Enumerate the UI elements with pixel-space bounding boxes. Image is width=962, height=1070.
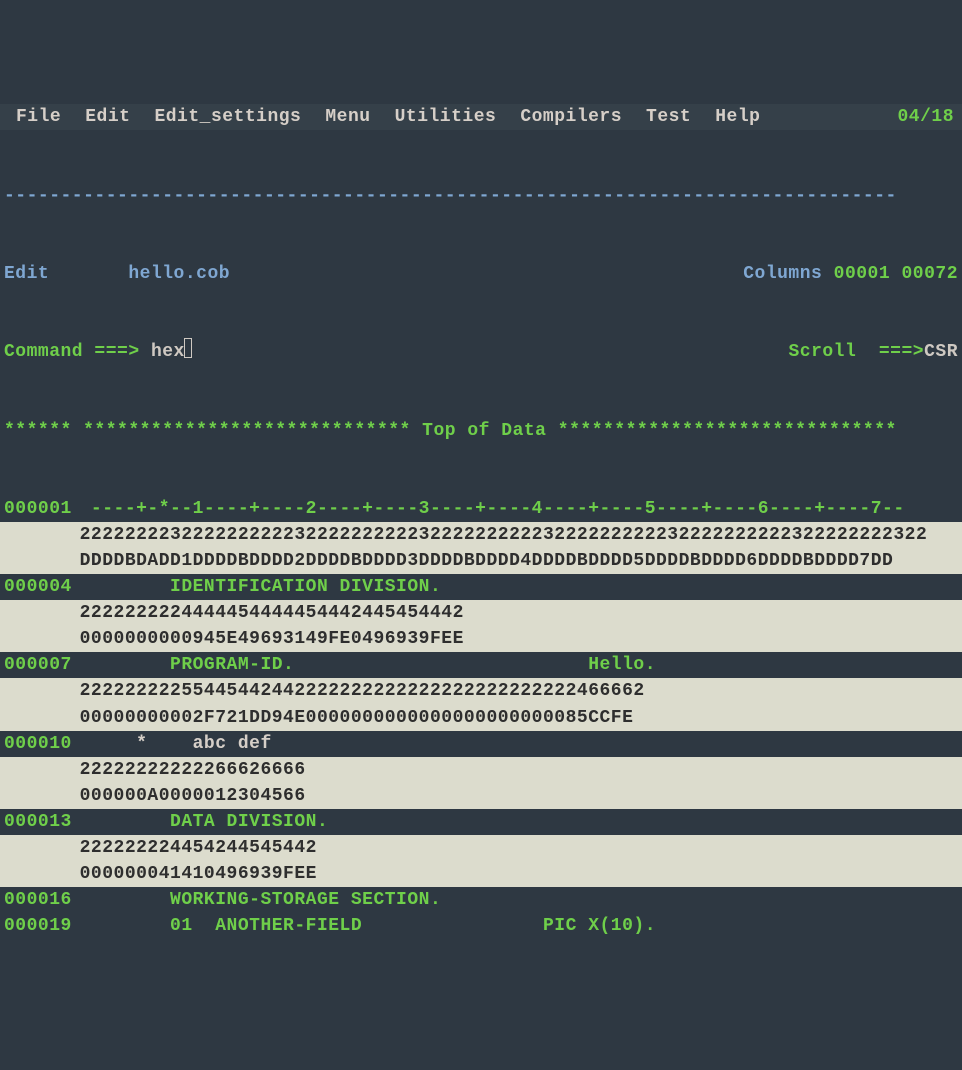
line-number[interactable]: 000007 <box>4 652 80 678</box>
col-to: 00072 <box>901 261 958 287</box>
hex-zone-row: 222222224454244545442 <box>0 835 962 861</box>
command-input[interactable]: hex <box>151 339 185 365</box>
source-text[interactable]: 01 ANOTHER-FIELD PIC X(10). <box>80 913 656 939</box>
source-text[interactable]: ----+-*--1----+----2----+----3----+----4… <box>80 496 905 522</box>
hex-zone-row: 22222222222266626666 <box>0 757 962 783</box>
command-line[interactable]: Command ===> hex Scroll ===> CSR <box>0 339 962 365</box>
menu-compilers[interactable]: Compilers <box>508 104 634 130</box>
header-line: Edit hello.cob Columns 00001 00072 <box>0 261 962 287</box>
menu-edit-settings[interactable]: Edit_settings <box>142 104 313 130</box>
menu-edit[interactable]: Edit <box>73 104 142 130</box>
line-number[interactable]: 000001 <box>4 496 80 522</box>
source-line[interactable]: 000001 ----+-*--1----+----2----+----3---… <box>0 496 962 522</box>
hex-digit-row: 000000A0000012304566 <box>0 783 962 809</box>
hex-zone-row: 2222222225544544244222222222222222222222… <box>0 678 962 704</box>
source-text[interactable]: WORKING-STORAGE SECTION. <box>80 887 442 913</box>
hex-digit-row: DDDDBDADD1DDDDBDDDD2DDDDBDDDD3DDDDBDDDD4… <box>0 548 962 574</box>
line-number[interactable]: 000019 <box>4 913 80 939</box>
scroll-value[interactable]: CSR <box>924 339 958 365</box>
line-number[interactable]: 000010 <box>4 731 80 757</box>
menu-menu[interactable]: Menu <box>313 104 382 130</box>
line-number[interactable]: 000013 <box>4 809 80 835</box>
command-label: Command ===> <box>4 339 140 365</box>
menu-help[interactable]: Help <box>703 104 772 130</box>
source-line[interactable]: 000013 DATA DIVISION. <box>0 809 962 835</box>
menu-utilities[interactable]: Utilities <box>383 104 509 130</box>
scroll-label: Scroll ===> <box>788 339 924 365</box>
hex-digit-row: 0000000000945E49693149FE0496939FEE <box>0 626 962 652</box>
separator-line: ----------------------------------------… <box>0 183 962 209</box>
columns-label: Columns <box>743 261 822 287</box>
source-text[interactable]: DATA DIVISION. <box>80 809 329 835</box>
top-of-data: ****** ***************************** Top… <box>0 418 962 444</box>
line-number[interactable]: 000016 <box>4 887 80 913</box>
hex-digit-row: 00000000002F721DD94E00000000000000000000… <box>0 705 962 731</box>
source-text[interactable]: * abc def <box>80 731 272 757</box>
menu-file[interactable]: File <box>4 104 73 130</box>
date-indicator: 04/18 <box>893 104 958 130</box>
hex-zone-row: 2222222232222222222322222222223222222222… <box>0 522 962 548</box>
col-from: 00001 <box>834 261 891 287</box>
menu-test[interactable]: Test <box>634 104 703 130</box>
hex-zone-row: 2222222224444454444454442445454442 <box>0 600 962 626</box>
source-line[interactable]: 000019 01 ANOTHER-FIELD PIC X(10). <box>0 913 962 939</box>
source-text[interactable]: PROGRAM-ID. Hello. <box>80 652 656 678</box>
source-line[interactable]: 000007 PROGRAM-ID. Hello. <box>0 652 962 678</box>
editor-area[interactable]: 000001 ----+-*--1----+----2----+----3---… <box>0 496 962 940</box>
hex-digit-row: 000000041410496939FEE <box>0 861 962 887</box>
mode-label: Edit <box>4 261 49 287</box>
menubar: File Edit Edit_settings Menu Utilities C… <box>0 104 962 130</box>
filename: hello.cob <box>128 261 230 287</box>
source-line[interactable]: 000010 * abc def <box>0 731 962 757</box>
source-line[interactable]: 000016 WORKING-STORAGE SECTION. <box>0 887 962 913</box>
